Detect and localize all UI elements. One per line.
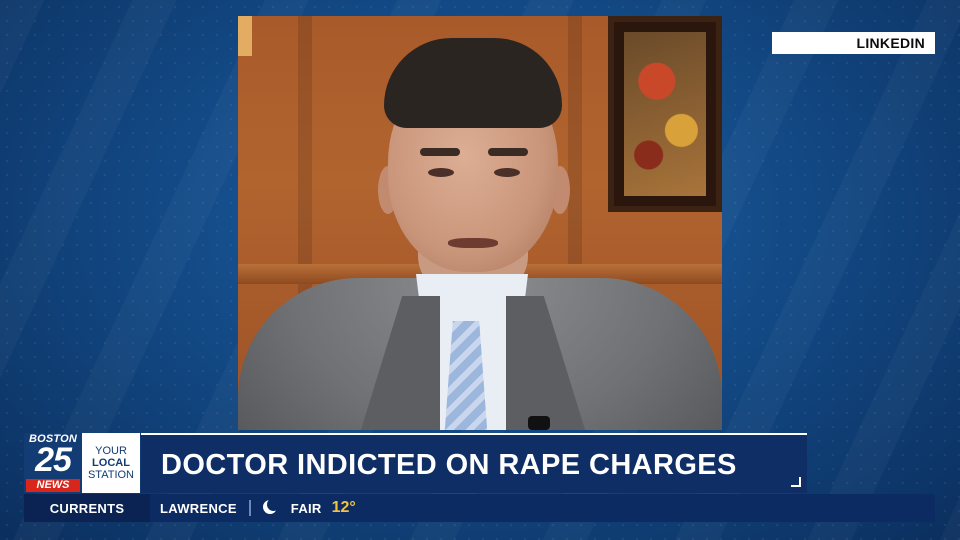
headline-bar: DOCTOR INDICTED ON RAPE CHARGES bbox=[141, 433, 807, 493]
hair bbox=[384, 38, 562, 128]
ticker-bar: CURRENTS LAWRENCE FAIR 12° bbox=[24, 494, 935, 522]
logo-news: NEWS bbox=[26, 479, 80, 492]
weather-condition: FAIR bbox=[290, 500, 322, 516]
corner-mark-icon bbox=[791, 477, 801, 487]
ticker-label: CURRENTS bbox=[24, 494, 150, 522]
source-tag: LINKEDIN bbox=[772, 32, 935, 54]
person-photo bbox=[238, 16, 722, 430]
mouth bbox=[448, 238, 498, 248]
logo-number: 25 bbox=[35, 441, 72, 479]
eye bbox=[494, 168, 520, 177]
moon-icon bbox=[262, 498, 280, 516]
eye bbox=[428, 168, 454, 177]
headline-text: DOCTOR INDICTED ON RAPE CHARGES bbox=[161, 449, 737, 481]
ticker-city: LAWRENCE bbox=[160, 500, 237, 516]
station-logo: BOSTON 25 NEWS YOUR LOCAL STATION bbox=[24, 433, 140, 493]
wall-painting bbox=[608, 16, 722, 212]
logo-tagline: YOUR LOCAL STATION bbox=[82, 433, 140, 493]
eyebrow bbox=[488, 148, 528, 156]
tagline-line: STATION bbox=[87, 469, 135, 481]
ticker-divider bbox=[248, 500, 251, 516]
logo-badge: BOSTON 25 NEWS bbox=[24, 433, 82, 493]
eyebrow bbox=[420, 148, 460, 156]
tagline-line: YOUR bbox=[95, 445, 127, 457]
tagline-line: LOCAL bbox=[92, 457, 130, 469]
lapel-mic bbox=[528, 416, 550, 430]
lamp-glow bbox=[238, 16, 252, 56]
weather-temperature: 12° bbox=[331, 499, 356, 516]
